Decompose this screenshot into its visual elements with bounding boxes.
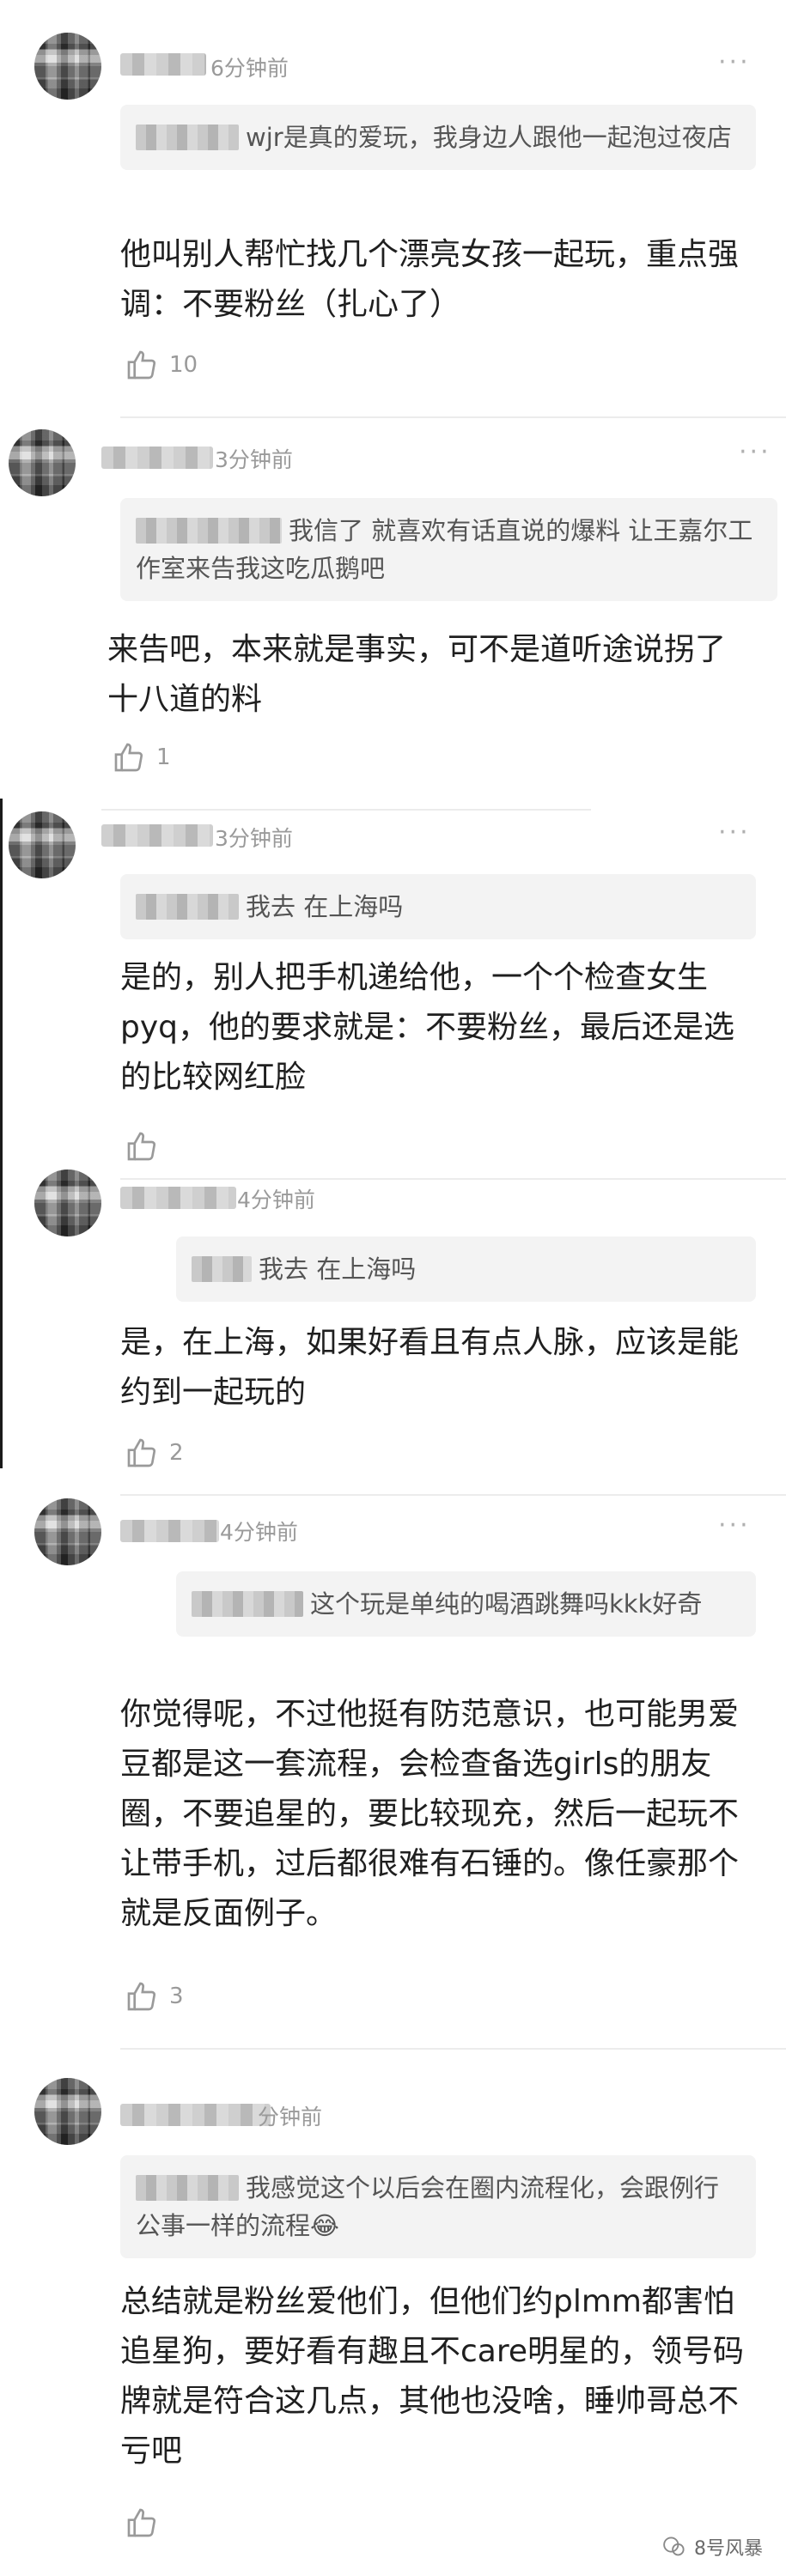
divider <box>120 1494 786 1496</box>
like-button[interactable]: 2 <box>125 1436 184 1470</box>
comment-time: 4分钟前 <box>237 1188 315 1212</box>
like-button[interactable]: 10 <box>125 348 198 382</box>
comment-time: 3分钟前 <box>215 447 293 472</box>
quoted-user-blurred <box>192 1256 252 1282</box>
like-button[interactable]: 3 <box>125 1979 184 2014</box>
watermark-text: 8号风暴 <box>694 2538 763 2560</box>
like-count: 2 <box>169 1440 184 1466</box>
reply-text: 你觉得呢，不过他挺有防范意识，也可能男爱豆都是这一套流程，会检查备选girls的… <box>120 1697 740 1931</box>
thumbs-up-icon <box>127 1438 156 1467</box>
username-blurred[interactable] <box>120 53 206 76</box>
username-blurred[interactable] <box>120 1187 236 1209</box>
avatar[interactable] <box>34 1498 101 1565</box>
quoted-user-blurred <box>136 518 282 544</box>
thumbs-up-icon <box>127 1132 156 1161</box>
like-count: 10 <box>169 352 198 378</box>
comment-time: 3分钟前 <box>215 826 293 851</box>
divider <box>120 416 786 418</box>
like-button[interactable]: 1 <box>112 740 171 775</box>
reply-text: 来告吧，本来就是事实，可不是道听途说拐了十八道的料 <box>107 632 727 717</box>
avatar[interactable] <box>9 429 76 496</box>
reply-text: 总结就是粉丝爱他们，但他们约plmm都害怕追星狗，要好看有趣且不care明星的，… <box>120 2284 745 2469</box>
thumbs-up-icon <box>127 1982 156 2011</box>
quoted-comment: wjr是真的爱玩，我身边人跟他一起泡过夜店 <box>120 105 756 170</box>
quoted-text: wjr是真的爱玩，我身边人跟他一起泡过夜店 <box>246 123 732 152</box>
like-button[interactable] <box>125 1129 169 1163</box>
quoted-user-blurred <box>192 1591 303 1617</box>
username-blurred[interactable] <box>120 1520 219 1542</box>
divider <box>101 809 591 811</box>
quoted-text: 我去 在上海吗 <box>259 1255 417 1284</box>
more-options-icon[interactable]: ··· <box>718 820 751 846</box>
like-count: 1 <box>156 744 171 770</box>
watermark: 8号风暴 <box>661 2533 763 2561</box>
reply-text: 是，在上海，如果好看且有点人脉，应该是能约到一起玩的 <box>120 1325 740 1410</box>
avatar[interactable] <box>9 811 76 878</box>
wechat-logo-icon <box>663 2537 685 2556</box>
more-options-icon[interactable]: ··· <box>718 50 751 76</box>
quoted-user-blurred <box>136 125 239 150</box>
avatar[interactable] <box>34 1170 101 1236</box>
edge-bar <box>0 799 3 1468</box>
quoted-text: 我去 在上海吗 <box>246 892 404 921</box>
quoted-text: 这个玩是单纯的喝酒跳舞吗kkk好奇 <box>310 1589 703 1619</box>
thumbs-up-icon <box>127 2508 156 2537</box>
username-blurred[interactable] <box>120 2104 271 2126</box>
quoted-comment: 我信了 就喜欢有话直说的爆料 让王嘉尔工作室来告我这吃瓜鹅吧 <box>120 498 777 601</box>
thumbs-up-icon <box>127 350 156 380</box>
comment-time: 分钟前 <box>258 2105 323 2129</box>
avatar[interactable] <box>34 33 101 100</box>
comment-time: 6分钟前 <box>210 56 289 81</box>
reply-text: 他叫别人帮忙找几个漂亮女孩一起玩，重点强调：不要粉丝（扎心了） <box>120 237 740 322</box>
quoted-comment: 我感觉这个以后会在圈内流程化，会跟例行公事一样的流程😂 <box>120 2155 756 2258</box>
quoted-user-blurred <box>136 2175 239 2201</box>
divider <box>120 2048 786 2050</box>
avatar[interactable] <box>34 2078 101 2145</box>
like-count: 3 <box>169 1984 184 2009</box>
quoted-comment: 这个玩是单纯的喝酒跳舞吗kkk好奇 <box>176 1571 756 1637</box>
reply-text: 是的，别人把手机递给他，一个个检查女生pyq，他的要求就是：不要粉丝，最后还是选… <box>120 960 735 1095</box>
quoted-user-blurred <box>136 894 239 920</box>
quoted-comment: 我去 在上海吗 <box>120 874 756 939</box>
username-blurred[interactable] <box>101 447 213 469</box>
comment-time: 4分钟前 <box>220 1520 298 1545</box>
like-button[interactable] <box>125 2506 169 2540</box>
more-options-icon[interactable]: ··· <box>718 1513 751 1539</box>
divider <box>120 1178 786 1180</box>
username-blurred[interactable] <box>101 824 213 847</box>
thumbs-up-icon <box>114 743 143 772</box>
more-options-icon[interactable]: ··· <box>739 440 771 465</box>
quoted-comment: 我去 在上海吗 <box>176 1236 756 1302</box>
